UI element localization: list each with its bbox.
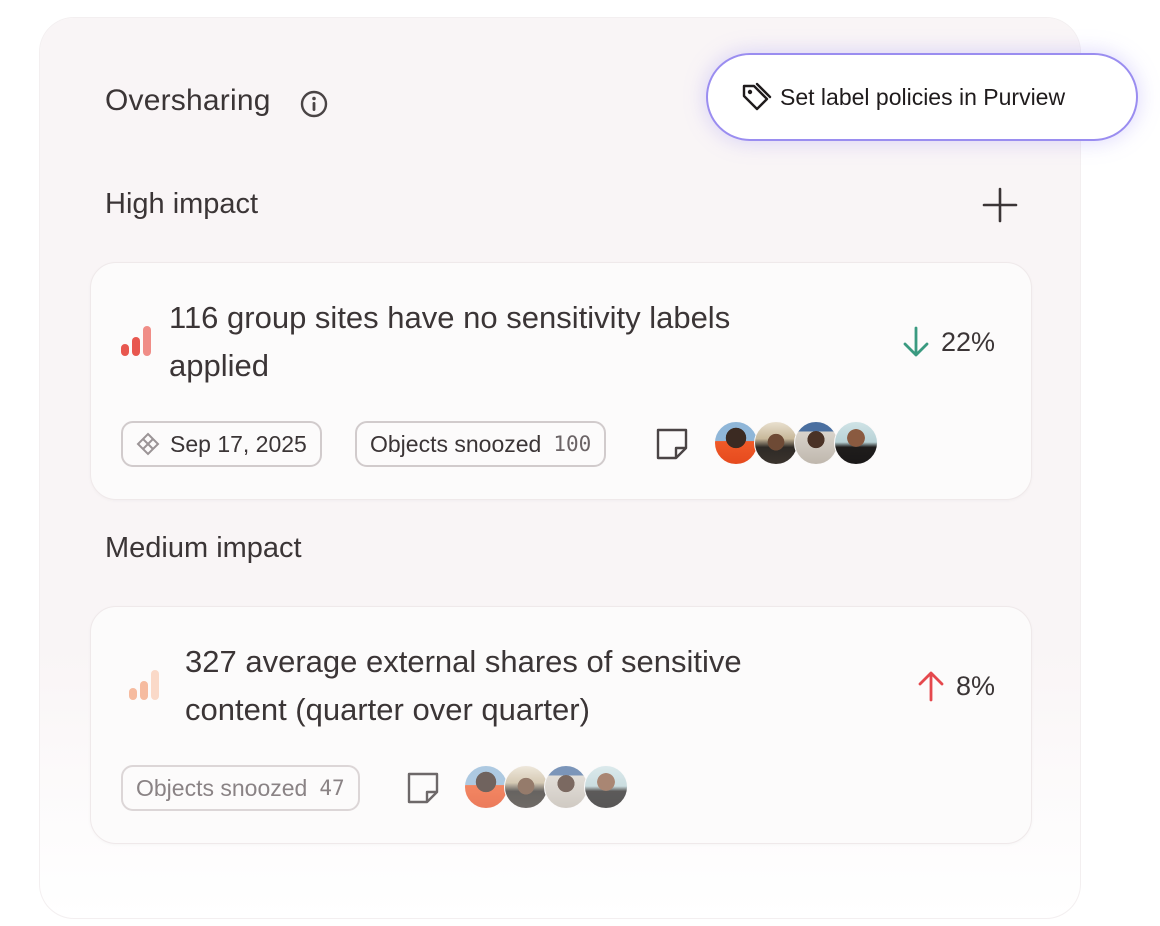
insight-title-medium-line1: 327 average external shares of sensitive (185, 644, 742, 679)
insight-card-high[interactable]: 116 group sites have no sensitivity labe… (90, 262, 1032, 500)
set-label-policies-label: Set label policies in Purview (780, 83, 1066, 110)
impact-bars-medium-icon (129, 670, 159, 700)
avatar[interactable] (834, 421, 878, 465)
tag-icon (742, 82, 772, 111)
objects-snoozed-label: Objects snoozed (370, 430, 542, 457)
objects-snoozed-label: Objects snoozed (136, 774, 308, 801)
avatar[interactable] (714, 421, 758, 465)
avatar[interactable] (584, 765, 628, 809)
info-icon[interactable] (299, 89, 329, 119)
trend-medium: 8% (916, 669, 995, 703)
arrow-down-icon (903, 326, 929, 357)
impact-bars-high-icon (121, 326, 151, 356)
page-title: Oversharing (105, 84, 271, 117)
insight-card-medium[interactable]: 327 average external shares of sensitive… (90, 606, 1032, 844)
assignee-avatars-high[interactable] (714, 421, 878, 465)
insight-title-medium: 327 average external shares of sensitive… (185, 638, 742, 734)
add-icon[interactable] (982, 187, 1018, 223)
trend-high: 22% (901, 325, 995, 359)
insight-title-high: 116 group sites have no sensitivity labe… (169, 294, 730, 390)
section-title-high-impact: High impact (105, 188, 259, 220)
trend-high-value: 22% (941, 326, 996, 357)
assignee-avatars-medium[interactable] (464, 765, 628, 809)
sticky-note-icon[interactable] (405, 770, 441, 806)
avatar[interactable] (754, 421, 798, 465)
objects-snoozed-chip-high[interactable]: Objects snoozed 100 (355, 421, 607, 467)
set-label-policies-button[interactable]: Set label policies in Purview (706, 53, 1138, 141)
insight-title-medium-line2: content (quarter over quarter) (185, 692, 590, 727)
date-chip-label: Sep 17, 2025 (170, 430, 307, 457)
objects-snoozed-count: 100 (553, 432, 592, 456)
avatar[interactable] (544, 765, 588, 809)
arrow-up-icon (918, 671, 944, 702)
insight-title-high-line2: applied (169, 348, 269, 383)
section-title-medium-impact: Medium impact (105, 532, 302, 564)
objects-snoozed-count: 47 (319, 776, 345, 800)
avatar[interactable] (504, 765, 548, 809)
snooze-date-icon (136, 432, 160, 456)
sticky-note-icon[interactable] (654, 426, 690, 462)
date-chip[interactable]: Sep 17, 2025 (121, 421, 322, 467)
trend-medium-value: 8% (956, 670, 996, 701)
insight-title-high-line1: 116 group sites have no sensitivity labe… (169, 300, 731, 335)
avatar[interactable] (464, 765, 508, 809)
objects-snoozed-chip-medium[interactable]: Objects snoozed 47 (121, 765, 360, 811)
avatar[interactable] (794, 421, 838, 465)
